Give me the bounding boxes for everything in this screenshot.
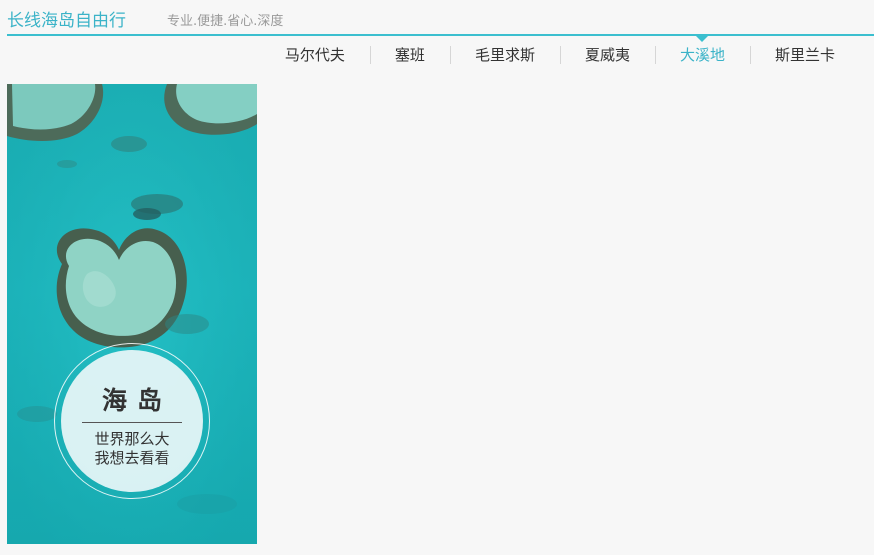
banner-line-1: 世界那么大 xyxy=(94,430,170,448)
badge-divider xyxy=(82,422,182,423)
banner-badge: 海岛 世界那么大 我想去看看 xyxy=(54,343,210,499)
nav-item-mauritius[interactable]: 毛里求斯 xyxy=(449,36,560,74)
destination-nav: 马尔代夫 塞班 毛里求斯 夏威夷 大溪地 斯里兰卡 xyxy=(260,36,860,74)
nav-item-label: 夏威夷 xyxy=(584,46,630,64)
nav-item-sri-lanka[interactable]: 斯里兰卡 xyxy=(749,36,860,74)
nav-item-saipan[interactable]: 塞班 xyxy=(369,36,450,74)
nav-item-maldives[interactable]: 马尔代夫 xyxy=(260,36,370,74)
nav-item-hawaii[interactable]: 夏威夷 xyxy=(559,36,655,74)
nav-item-label: 斯里兰卡 xyxy=(774,46,835,64)
banner-line-2: 我想去看看 xyxy=(94,449,170,467)
nav-item-tahiti[interactable]: 大溪地 xyxy=(654,36,750,74)
site-slogan: 专业.便捷.省心.深度 xyxy=(167,14,284,29)
island-banner[interactable]: 海岛 世界那么大 我想去看看 xyxy=(7,84,257,544)
nav-item-label: 马尔代夫 xyxy=(284,46,345,64)
active-arrow-icon xyxy=(696,36,709,42)
nav-item-label: 塞班 xyxy=(394,46,425,64)
nav-item-label: 大溪地 xyxy=(679,46,725,64)
site-header: 长线海岛自由行 专业.便捷.省心.深度 xyxy=(7,0,874,36)
banner-title: 海岛 xyxy=(101,386,172,415)
badge-content: 海岛 世界那么大 我想去看看 xyxy=(61,350,203,492)
page: 长线海岛自由行 专业.便捷.省心.深度 马尔代夫 塞班 毛里求斯 夏威夷 大溪地… xyxy=(0,0,874,555)
site-logo-text[interactable]: 长线海岛自由行 xyxy=(7,6,126,31)
nav-item-label: 毛里求斯 xyxy=(474,46,535,64)
